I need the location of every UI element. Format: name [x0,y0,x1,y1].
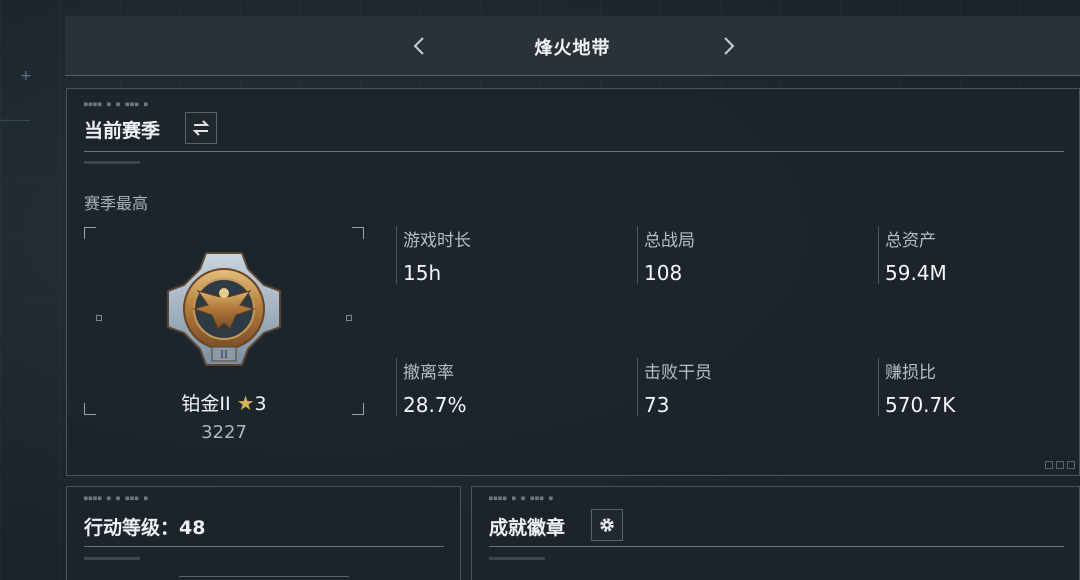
stat-extraction-rate: 撤离率 28.7% [396,358,467,417]
divider-accent [84,557,140,560]
chevron-right-icon[interactable] [715,32,743,60]
rank-display: II 铂金II ★3 [84,227,364,415]
mode-title: 烽火地带 [534,38,611,59]
stat-value: 59.4M [885,261,947,285]
stat-label: 击败干员 [644,363,712,383]
stat-label: 游戏时长 [403,231,471,251]
divider [84,151,1064,152]
decorative-code-text: ■■■■ ■ ■ ■■■ ■ [84,101,149,108]
rank-emblem-icon: II [167,252,281,366]
frame-corner [352,227,364,239]
achievement-badges-panel: ■■■■ ■ ■ ■■■ ■ 成就徽章 [471,486,1080,580]
stat-operators-defeated: 击败干员 73 [637,358,712,417]
rank-score: 3227 [201,422,247,443]
decorative-line [0,120,30,121]
rank-stars: 3 [254,393,267,415]
divider [84,546,444,547]
stat-value: 570.7K [885,393,956,417]
gear-icon[interactable] [591,509,623,541]
mode-header: 烽火地带 [65,16,1080,76]
frame-tick [96,315,102,321]
stat-value: 15h [403,261,442,285]
corner-decoration [1045,461,1075,469]
divider-accent [84,161,140,164]
section-title-current-season: 当前赛季 [84,120,161,142]
divider-accent [489,557,545,560]
stat-label: 总资产 [885,231,936,251]
emblem-numeral: II [220,350,228,361]
action-level-title: 行动等级：48 [84,517,206,539]
stat-value: 73 [644,393,670,417]
frame-corner [84,227,96,239]
divider [489,546,1064,547]
current-season-panel: ■■■■ ■ ■ ■■■ ■ 当前赛季 赛季最高 II 铂金II ★3 3227… [66,88,1080,476]
star-icon: ★ [236,391,255,415]
stat-label: 总战局 [644,231,695,251]
stat-value: 108 [644,261,683,285]
season-best-label: 赛季最高 [84,194,149,213]
stat-label: 赚损比 [885,363,936,383]
stat-play-time: 游戏时长 15h [396,226,471,285]
stat-profit-loss-ratio: 赚损比 570.7K [878,358,956,417]
rank-name: 铂金II [181,393,231,415]
decorative-code-text: ■■■■ ■ ■ ■■■ ■ [489,495,554,502]
stat-value: 28.7% [403,393,467,417]
stat-total-assets: 总资产 59.4M [878,226,947,285]
level-progress-track [179,576,349,577]
stat-label: 撤离率 [403,363,454,383]
rank-name-row: 铂金II ★3 [84,389,364,416]
decorative-code-text: ■■■■ ■ ■ ■■■ ■ [84,495,149,502]
achievement-badges-title: 成就徽章 [489,517,566,539]
swap-arrows-icon[interactable] [185,112,217,144]
action-level-panel: ■■■■ ■ ■ ■■■ ■ 行动等级：48 [66,486,461,580]
frame-tick [346,315,352,321]
stat-total-matches: 总战局 108 [637,226,695,285]
crosshair-decoration-icon: + [20,68,32,84]
